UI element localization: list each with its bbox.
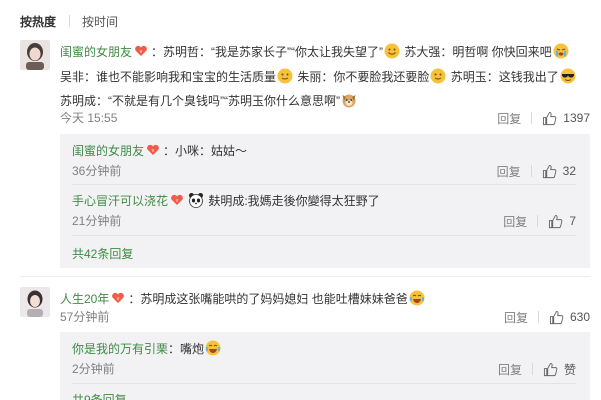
timestamp: 2分钟前 — [72, 362, 115, 376]
reply-button[interactable]: 回复 — [503, 213, 527, 230]
action-divider — [531, 112, 533, 124]
like-count: 7 — [569, 214, 576, 228]
sub-replies-panel: 闺蜜的女朋友 v ：小咪：姑姑～ 36分钟前 回复 32 手心冒汗可以浇花 v 麸明成… — [60, 134, 590, 268]
sub-reply-item: 闺蜜的女朋友 v ：小咪：姑姑～ 36分钟前 回复 32 — [72, 139, 576, 179]
reply-button[interactable]: 回复 — [497, 110, 521, 127]
comment-text: ：苏明哲：“我是苏家长子”“你太让我失望了” — [151, 45, 384, 59]
view-more-replies-link[interactable]: 共9条回复 — [72, 390, 127, 400]
action-divider — [537, 215, 539, 227]
vip-badge-icon: v — [134, 41, 148, 65]
timestamp: 今天 15:55 — [60, 111, 118, 125]
like-count: 32 — [562, 164, 576, 178]
sub-reply-text-line: 你是我的万有引栗：嘴炮 — [72, 337, 576, 361]
sunglasses-emoji-icon — [560, 68, 576, 84]
sub-reply-divider — [72, 184, 576, 185]
smile-emoji-icon — [384, 43, 400, 59]
like-button[interactable]: 赞 — [543, 361, 576, 378]
sub-reply-meta: 2分钟前 回复 赞 — [72, 359, 576, 379]
like-count: 1397 — [563, 111, 590, 125]
reply-button[interactable]: 回复 — [498, 361, 522, 378]
like-button[interactable]: 32 — [542, 164, 576, 179]
username-link[interactable]: 人生20年 — [60, 292, 109, 306]
avatar[interactable] — [20, 40, 50, 70]
comment-divider — [20, 276, 590, 277]
smile-emoji-icon — [430, 68, 446, 84]
laughing-emoji-icon — [205, 340, 221, 356]
action-divider — [537, 311, 539, 323]
sub-reply-text: ：小咪：姑姑～ — [163, 144, 248, 158]
sub-reply-meta: 21分钟前 回复 7 — [72, 211, 576, 231]
reply-button[interactable]: 回复 — [504, 309, 528, 326]
sub-reply-item: 手心冒汗可以浇花 v 麸明成:我媽走後你變得太狂野了 21分钟前 回复 7 — [72, 189, 576, 229]
like-count: 赞 — [563, 362, 576, 377]
sub-replies-panel: 你是我的万有引栗：嘴炮 2分钟前 回复 赞 共9条回复 — [60, 332, 590, 400]
comment-text-line: 闺蜜的女朋友 v ：苏明哲：“我是苏家长子”“你太让我失望了” 苏大强：明哲啊 你快… — [60, 40, 590, 65]
sort-by-time-tab[interactable]: 按时间 — [82, 13, 118, 30]
action-divider — [531, 363, 533, 375]
comment-text-line: 吴非：谁也不能影响我和宝宝的生活质量 朱丽：你不要脸我还要脸 苏明玉：这钱我出了 — [60, 65, 590, 89]
like-button[interactable]: 630 — [549, 310, 590, 325]
crying-emoji-icon — [553, 43, 569, 59]
sort-bar: 按热度 按时间 — [20, 12, 118, 30]
comment-text: 苏明玉：这钱我出了 — [447, 69, 559, 84]
thumbs-up-icon — [543, 111, 557, 125]
comment-text: 朱丽：你不要脸我还要脸 — [294, 69, 430, 84]
sub-reply-actions: 回复 7 — [503, 211, 576, 231]
username-link[interactable]: 手心冒汗可以浇花 — [72, 194, 168, 208]
dog-emoji-icon — [341, 92, 357, 108]
comment-actions: 回复 1397 — [497, 108, 590, 128]
sub-reply-divider — [72, 383, 576, 384]
thumbs-up-icon — [542, 164, 556, 178]
like-count: 630 — [569, 310, 590, 324]
like-button[interactable]: 1397 — [542, 111, 590, 126]
action-divider — [530, 165, 532, 177]
comment-body: 闺蜜的女朋友 v ：苏明哲：“我是苏家长子”“你太让我失望了” 苏大强：明哲啊 你快… — [60, 40, 590, 113]
thumbs-up-icon — [549, 214, 563, 228]
like-button[interactable]: 7 — [548, 214, 576, 229]
comment-text: 苏大强：明哲啊 你快回来吧 — [401, 45, 552, 59]
laughing-emoji-icon — [409, 290, 425, 306]
comment-actions: 回复 630 — [504, 307, 590, 327]
comment-text: ：苏明成这张嘴能哄的了妈妈媳妇 也能吐槽妹妹爸爸 — [128, 292, 408, 306]
comment-text: 吴非：谁也不能影响我和宝宝的生活质量 — [60, 69, 277, 84]
avatar[interactable] — [20, 287, 50, 317]
comment-text: 苏明成：“不就是有几个臭钱吗”“苏明玉你什么意思啊” — [60, 93, 340, 108]
view-more-replies-link[interactable]: 共42条回复 — [72, 244, 133, 264]
username-link[interactable]: 你是我的万有引栗 — [72, 342, 168, 356]
timestamp: 21分钟前 — [72, 214, 122, 228]
comment-meta: 今天 15:55 回复 1397 — [60, 108, 590, 128]
thumbs-up-icon — [549, 310, 564, 324]
username-link[interactable]: 闺蜜的女朋友 — [72, 144, 144, 158]
thumbs-up-icon — [543, 362, 558, 376]
sub-reply-text: ：嘴炮 — [168, 342, 205, 356]
comment-meta: 57分钟前 回复 630 — [60, 307, 590, 327]
sub-reply-text: 麸明成:我媽走後你變得太狂野了 — [205, 194, 380, 208]
timestamp: 36分钟前 — [72, 164, 122, 178]
sub-reply-meta: 36分钟前 回复 32 — [72, 161, 576, 181]
timestamp: 57分钟前 — [60, 310, 110, 324]
sort-divider — [69, 15, 71, 27]
sort-by-hot-tab[interactable]: 按热度 — [20, 13, 56, 30]
sub-reply-item: 你是我的万有引栗：嘴炮 2分钟前 回复 赞 — [72, 337, 576, 377]
username-link[interactable]: 闺蜜的女朋友 — [60, 45, 132, 59]
sub-reply-actions: 回复 赞 — [498, 359, 576, 379]
panda-emoji-icon — [188, 192, 204, 208]
sub-reply-actions: 回复 32 — [497, 161, 576, 181]
sub-reply-divider — [72, 235, 576, 236]
reply-button[interactable]: 回复 — [497, 163, 521, 180]
smile-emoji-icon — [277, 68, 293, 84]
